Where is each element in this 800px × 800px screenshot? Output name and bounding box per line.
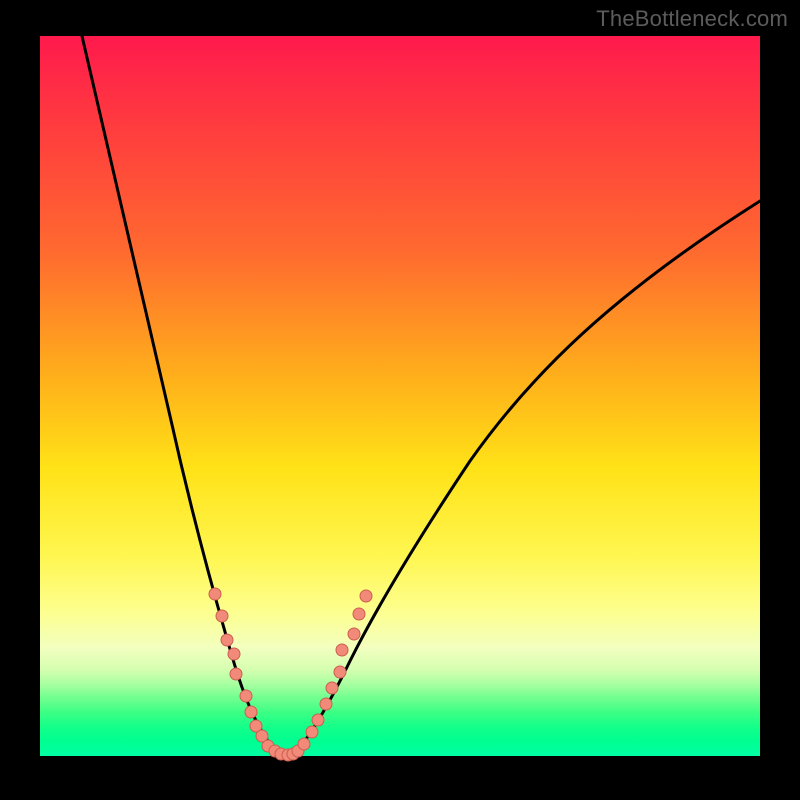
- chart-container: TheBottleneck.com: [0, 0, 800, 800]
- left-curve: [82, 36, 276, 752]
- chart-svg: [40, 36, 760, 756]
- right-curve: [296, 201, 760, 752]
- right-dot-cluster: [292, 590, 372, 757]
- watermark-text: TheBottleneck.com: [596, 6, 788, 32]
- left-dot-cluster: [209, 588, 281, 757]
- plot-area: [40, 36, 760, 756]
